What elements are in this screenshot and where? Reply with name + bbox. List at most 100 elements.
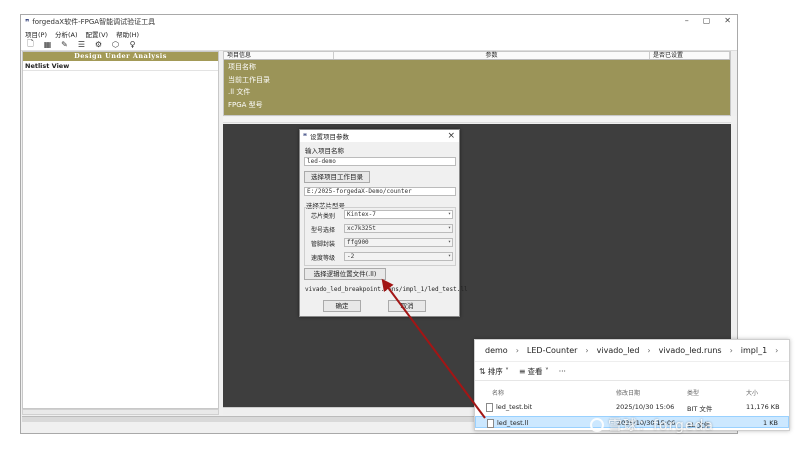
view-button[interactable]: ≡ 查看 ˅ bbox=[519, 366, 549, 377]
chevron-down-icon: ▾ bbox=[447, 211, 451, 217]
chip-category-value: Kintex-7 bbox=[347, 211, 376, 218]
more-button[interactable]: ··· bbox=[559, 367, 566, 376]
package-label: 管脚封装 bbox=[311, 241, 336, 248]
chevron-down-icon: ▾ bbox=[447, 253, 451, 259]
explorer-toolbar: ⇅ 排序 ˅ ≡ 查看 ˅ ··· bbox=[475, 362, 789, 381]
window-title: forgedaX软件-FPGA智能调试验证工具 bbox=[32, 18, 156, 26]
close-button[interactable]: ✕ bbox=[724, 16, 731, 25]
chip-model-value: xc7k325t bbox=[347, 225, 376, 232]
minimize-button[interactable]: – bbox=[685, 16, 689, 25]
chip-category-select[interactable]: Kintex-7 ▾ bbox=[344, 210, 453, 219]
column-date[interactable]: 修改日期 bbox=[616, 388, 640, 397]
view-label: 查看 bbox=[527, 366, 543, 376]
title-bar: ꟸ forgedaX软件-FPGA智能调试验证工具 – ▢ ✕ bbox=[21, 15, 737, 29]
breadcrumb-item[interactable]: vivado_led bbox=[597, 346, 640, 355]
bulb-icon[interactable]: ♀ bbox=[127, 40, 138, 50]
toolbar: 🗋 ▦ ✎ ☰ ⚙ ⬡ ♀ bbox=[21, 39, 737, 51]
chevron-down-icon: ˅ bbox=[544, 366, 549, 376]
chip-model-label: 型号选择 bbox=[311, 227, 336, 234]
ok-button[interactable]: 确定 bbox=[323, 300, 361, 312]
workdir-path-field[interactable]: E:/2025-forgedaX-Demo/counter bbox=[304, 187, 456, 196]
file-size: 1 KB bbox=[763, 419, 778, 427]
left-horizontal-scrollbar[interactable] bbox=[22, 409, 219, 415]
file-icon bbox=[487, 419, 494, 428]
netlist-view-item[interactable]: Netlist View bbox=[23, 61, 218, 71]
breadcrumb-item[interactable]: LED-Counter bbox=[527, 346, 578, 355]
select-ll-file-button[interactable]: 选择逻辑位置文件(.ll) bbox=[304, 268, 386, 280]
wrench-icon[interactable]: ✎ bbox=[59, 40, 70, 50]
speed-grade-label: 速度等级 bbox=[311, 255, 336, 262]
breadcrumb-item[interactable]: impl_1 bbox=[741, 346, 767, 355]
menu-help[interactable]: 帮助(H) bbox=[116, 29, 139, 39]
menu-analysis[interactable]: 分析(A) bbox=[55, 29, 78, 39]
app-logo-icon: ꟸ bbox=[303, 132, 307, 140]
chevron-right-icon: › bbox=[515, 346, 519, 355]
breadcrumb: demo › LED-Counter › vivado_led › vivado… bbox=[475, 340, 789, 362]
cube-icon[interactable]: ⬡ bbox=[110, 40, 121, 50]
speed-grade-select[interactable]: -2 ▾ bbox=[344, 252, 453, 261]
explorer-column-headers: 名称 修改日期 类型 大小 bbox=[475, 388, 789, 398]
view-icon: ≡ bbox=[518, 366, 526, 376]
project-name-label: 输入项目名称 bbox=[305, 147, 344, 155]
file-type: BIT 文件 bbox=[687, 405, 713, 413]
package-value: ffg900 bbox=[347, 239, 369, 246]
package-select[interactable]: ffg900 ▾ bbox=[344, 238, 453, 247]
column-size[interactable]: 大小 bbox=[746, 388, 758, 397]
chevron-down-icon: ▾ bbox=[447, 239, 451, 245]
file-name: led_test.bit bbox=[496, 403, 533, 411]
file-name: led_test.ll bbox=[497, 419, 529, 427]
project-info-table: 项目信息 参数 是否已设置 项目名称 当前工作目录 .ll 文件 FPGA 型号 bbox=[223, 51, 731, 116]
table-horizontal-scrollbar[interactable] bbox=[223, 117, 731, 123]
chevron-down-icon: ▾ bbox=[447, 225, 451, 231]
chip-model-select[interactable]: xc7k325t ▾ bbox=[344, 224, 453, 233]
column-header[interactable]: 参数 bbox=[334, 52, 650, 59]
breadcrumb-item[interactable]: vivado_led.runs bbox=[659, 346, 722, 355]
table-row[interactable]: 项目名称 bbox=[228, 61, 730, 74]
ll-file-path: vivado_led_breakpoint.runs/impl_1/led_te… bbox=[305, 286, 468, 293]
cancel-button[interactable]: 取消 bbox=[388, 300, 426, 312]
close-icon[interactable]: × bbox=[447, 131, 455, 141]
table-vertical-scrollbar[interactable] bbox=[731, 51, 737, 116]
chevron-right-icon: › bbox=[775, 346, 779, 355]
column-header[interactable]: 项目信息 bbox=[224, 52, 334, 59]
menu-config[interactable]: 配置(V) bbox=[86, 29, 109, 39]
table-header-row: 项目信息 参数 是否已设置 bbox=[224, 52, 730, 60]
list-icon[interactable]: ☰ bbox=[76, 40, 87, 50]
dialog-title-bar: ꟸ 设置项目参数 bbox=[300, 130, 459, 142]
dialog-title: 设置项目参数 bbox=[310, 133, 349, 141]
file-date: 2025/10/30 15:06 bbox=[616, 403, 675, 411]
watermark-text: 雪球：forgeda bbox=[608, 418, 714, 434]
table-row[interactable]: FPGA 型号 bbox=[228, 99, 730, 112]
table-row[interactable]: 当前工作目录 bbox=[228, 74, 730, 87]
column-name[interactable]: 名称 bbox=[492, 388, 504, 397]
grid-icon[interactable]: ▦ bbox=[42, 40, 53, 50]
list-item[interactable]: led_test.bit 2025/10/30 15:06 BIT 文件 11,… bbox=[475, 401, 789, 413]
snowball-logo-icon bbox=[590, 418, 604, 432]
chevron-right-icon: › bbox=[585, 346, 589, 355]
select-workdir-button[interactable]: 选择项目工作目录 bbox=[304, 171, 370, 183]
column-type[interactable]: 类型 bbox=[687, 388, 699, 397]
project-name-input[interactable]: led-demo bbox=[304, 157, 456, 166]
breadcrumb-item[interactable]: demo bbox=[485, 346, 508, 355]
watermark: 雪球：forgeda bbox=[590, 415, 714, 435]
design-under-analysis-panel: Design Under Analysis Netlist View bbox=[22, 51, 219, 409]
table-row[interactable]: .ll 文件 bbox=[228, 86, 730, 99]
maximize-button[interactable]: ▢ bbox=[703, 16, 711, 25]
chevron-down-icon: ˅ bbox=[505, 366, 509, 376]
menu-bar: 项目(P) 分析(A) 配置(V) 帮助(H) bbox=[21, 29, 737, 39]
sort-button[interactable]: ⇅ 排序 ˅ bbox=[479, 366, 509, 377]
speed-grade-value: -2 bbox=[347, 253, 355, 260]
table-body: 项目名称 当前工作目录 .ll 文件 FPGA 型号 bbox=[224, 60, 730, 115]
file-icon[interactable]: 🗋 bbox=[25, 39, 36, 50]
gear-icon[interactable]: ⚙ bbox=[93, 40, 104, 50]
window-controls: – ▢ ✕ bbox=[685, 16, 731, 25]
chip-category-label: 芯片类别 bbox=[311, 213, 336, 220]
app-logo-icon: ꟸ bbox=[25, 18, 30, 26]
sort-icon: ⇅ bbox=[479, 366, 486, 376]
column-header[interactable]: 是否已设置 bbox=[650, 52, 730, 59]
chevron-right-icon: › bbox=[729, 346, 733, 355]
file-icon bbox=[486, 403, 493, 412]
sort-label: 排序 bbox=[487, 366, 503, 376]
file-size: 11,176 KB bbox=[746, 403, 780, 411]
chevron-right-icon: › bbox=[647, 346, 651, 355]
